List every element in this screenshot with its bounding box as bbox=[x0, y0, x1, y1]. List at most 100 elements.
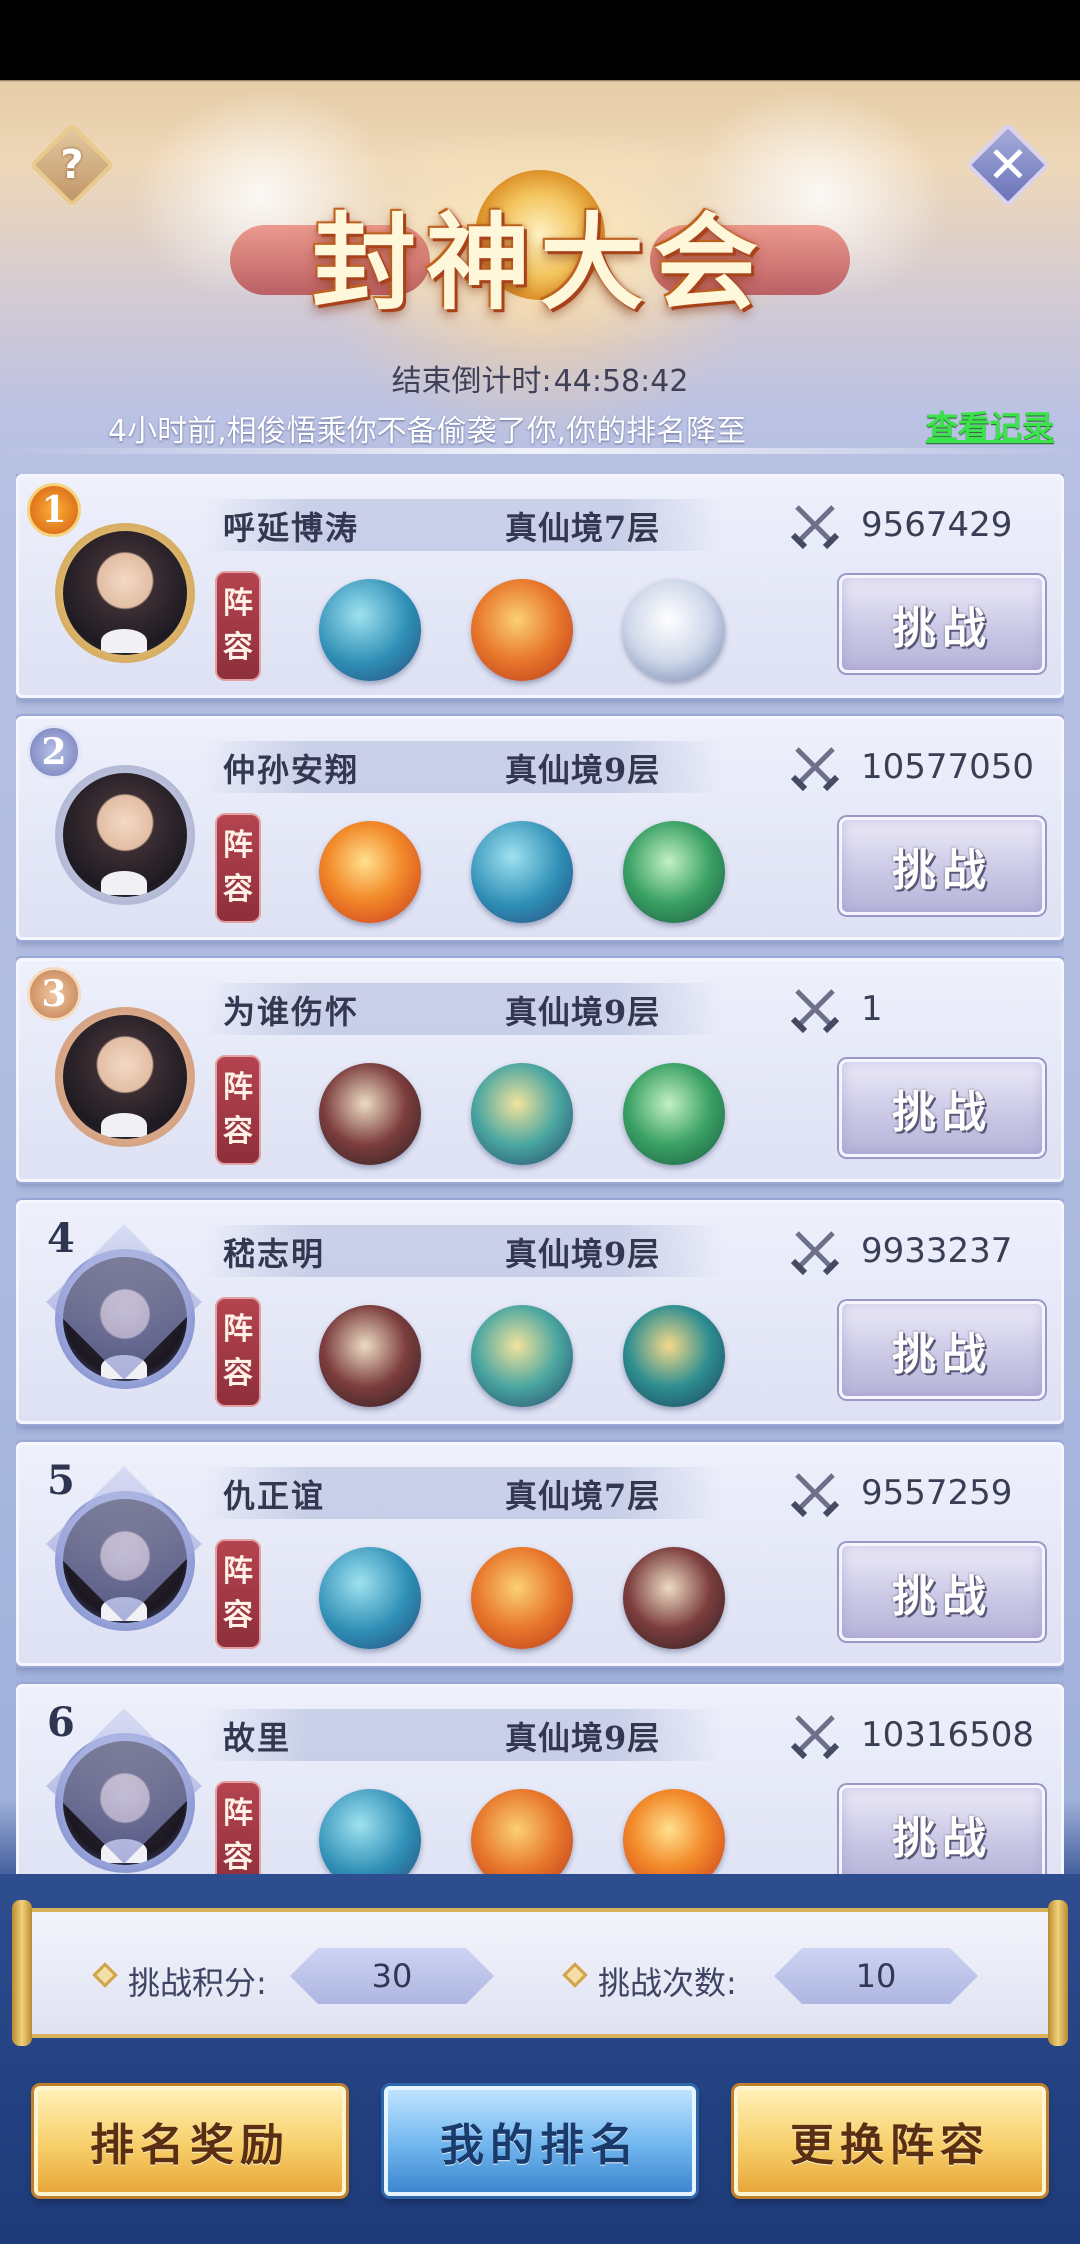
phoenix-icon[interactable] bbox=[319, 821, 421, 923]
jade-dragon-icon[interactable] bbox=[471, 1305, 573, 1407]
challenge-button[interactable]: 挑战 bbox=[839, 817, 1045, 915]
whale-icon[interactable] bbox=[319, 1789, 421, 1874]
player-name: 为谁伤怀 bbox=[223, 993, 360, 1031]
times-label: 挑战次数: bbox=[598, 1964, 737, 2002]
lineup-tag-bottom: 容 bbox=[223, 1114, 253, 1149]
lineup-tag-bottom: 容 bbox=[223, 630, 253, 665]
crossed-swords-icon bbox=[790, 1715, 840, 1760]
view-log-link[interactable]: 查看记录 bbox=[926, 402, 1054, 448]
lineup-tag-bottom: 容 bbox=[223, 1840, 253, 1874]
player-card: 1 呼延博涛 真仙境7层 9567429 阵容 挑战 bbox=[16, 474, 1064, 698]
green-dragon-icon[interactable] bbox=[623, 1063, 725, 1165]
rank-medal-icon: 3 bbox=[27, 967, 81, 1021]
lineup-tag[interactable]: 阵容 bbox=[215, 571, 261, 681]
challenge-button[interactable]: 挑战 bbox=[839, 1543, 1045, 1641]
combat-power: 9557259 bbox=[861, 1473, 1013, 1513]
divider bbox=[0, 448, 1080, 454]
scroll-right-end bbox=[1048, 1900, 1068, 2046]
crossed-swords-icon bbox=[790, 747, 840, 792]
teal-beast-icon[interactable] bbox=[623, 1305, 725, 1407]
whale-icon[interactable] bbox=[319, 1547, 421, 1649]
close-button[interactable]: ✕ bbox=[965, 122, 1051, 208]
score-value: 30 bbox=[290, 1948, 494, 2004]
lineup-tag-top: 阵 bbox=[223, 828, 253, 863]
white-tiger-icon[interactable] bbox=[623, 579, 725, 681]
rank-diamond-decoration bbox=[39, 1727, 209, 1874]
green-dragon-icon[interactable] bbox=[623, 821, 725, 923]
player-name: 故里 bbox=[223, 1719, 292, 1757]
player-list[interactable]: 1 呼延博涛 真仙境7层 9567429 阵容挑战 2 仲孙安翔 真仙境9层 10577050 阵… bbox=[16, 474, 1064, 1874]
whale-icon[interactable] bbox=[471, 821, 573, 923]
crossed-swords-icon bbox=[790, 505, 840, 550]
score-label: 挑战积分: bbox=[128, 1964, 267, 2002]
player-card: 2 仲孙安翔 真仙境9层 10577050 阵容 挑战 bbox=[16, 716, 1064, 940]
black-dragon-icon[interactable] bbox=[623, 1547, 725, 1649]
game-screen: 封神大会 ? ✕ 结束倒计时:44:58:42 4小时前,相俊悟乘你不备偷袭了你… bbox=[0, 0, 1080, 2244]
red-dragon-icon[interactable] bbox=[471, 1789, 573, 1874]
lineup-tag-bottom: 容 bbox=[223, 872, 253, 907]
rank-rewards-button[interactable]: 排名奖励 bbox=[34, 2086, 346, 2196]
countdown-value: 44:58:42 bbox=[553, 364, 689, 399]
countdown: 结束倒计时:44:58:42 bbox=[0, 356, 1080, 400]
challenge-button[interactable]: 挑战 bbox=[839, 1301, 1045, 1399]
rank-medal-icon: 2 bbox=[27, 725, 81, 779]
player-realm: 真仙境7层 bbox=[505, 509, 661, 547]
player-card: 3 为谁伤怀 真仙境9层 1 阵容 挑战 bbox=[16, 958, 1064, 1182]
player-realm: 真仙境7层 bbox=[505, 1477, 661, 1515]
times-value: 10 bbox=[774, 1948, 978, 2004]
attack-notice: 4小时前,相俊悟乘你不备偷袭了你,你的排名降至 bbox=[108, 414, 747, 449]
red-dragon-icon[interactable] bbox=[471, 1547, 573, 1649]
my-rank-button[interactable]: 我的排名 bbox=[384, 2086, 696, 2196]
rank-diamond-decoration bbox=[39, 1243, 209, 1393]
combat-power: 9567429 bbox=[861, 505, 1013, 545]
lineup-tag-bottom: 容 bbox=[223, 1356, 253, 1391]
challenge-button[interactable]: 挑战 bbox=[839, 1059, 1045, 1157]
player-realm: 真仙境9层 bbox=[505, 1719, 661, 1757]
player-name: 嵇志明 bbox=[223, 1235, 326, 1273]
avatar bbox=[63, 773, 187, 897]
lineup-tag[interactable]: 阵容 bbox=[215, 813, 261, 923]
lineup-tag-top: 阵 bbox=[223, 1312, 253, 1347]
lineup-tag-top: 阵 bbox=[223, 1070, 253, 1105]
rank-number: 6 bbox=[47, 1699, 75, 1746]
lineup-tag[interactable]: 阵容 bbox=[215, 1055, 261, 1165]
player-card: 5 仇正谊 真仙境7层 9557259 阵容 挑战 bbox=[16, 1442, 1064, 1666]
combat-power: 10316508 bbox=[861, 1715, 1035, 1755]
player-realm: 真仙境9层 bbox=[505, 751, 661, 789]
rank-number: 5 bbox=[47, 1457, 75, 1504]
crossed-swords-icon bbox=[790, 1231, 840, 1276]
help-icon: ? bbox=[60, 142, 84, 188]
avatar bbox=[63, 531, 187, 655]
jade-dragon-icon[interactable] bbox=[471, 1063, 573, 1165]
crossed-swords-icon bbox=[790, 989, 840, 1034]
avatar-frame[interactable] bbox=[55, 1007, 195, 1147]
challenge-button[interactable]: 挑战 bbox=[839, 1785, 1045, 1874]
whale-icon[interactable] bbox=[319, 579, 421, 681]
lineup-tag-top: 阵 bbox=[223, 1796, 253, 1831]
player-name: 呼延博涛 bbox=[223, 509, 360, 547]
black-dragon-icon[interactable] bbox=[319, 1063, 421, 1165]
change-lineup-button[interactable]: 更换阵容 bbox=[734, 2086, 1046, 2196]
lineup-tag[interactable]: 阵容 bbox=[215, 1539, 261, 1649]
avatar-frame[interactable] bbox=[55, 765, 195, 905]
avatar bbox=[63, 1015, 187, 1139]
page-title: 封神大会 bbox=[311, 201, 768, 324]
rank-medal-icon: 1 bbox=[27, 483, 81, 537]
close-icon: ✕ bbox=[987, 136, 1029, 194]
help-button[interactable]: ? bbox=[29, 122, 115, 208]
red-dragon-icon[interactable] bbox=[471, 579, 573, 681]
phoenix-icon[interactable] bbox=[623, 1789, 725, 1874]
combat-power: 10577050 bbox=[861, 747, 1035, 787]
player-realm: 真仙境9层 bbox=[505, 993, 661, 1031]
black-dragon-icon[interactable] bbox=[319, 1305, 421, 1407]
player-realm: 真仙境9层 bbox=[505, 1235, 661, 1273]
challenge-button[interactable]: 挑战 bbox=[839, 575, 1045, 673]
avatar-frame[interactable] bbox=[55, 523, 195, 663]
player-name: 仲孙安翔 bbox=[223, 751, 360, 789]
combat-power: 9933237 bbox=[861, 1231, 1013, 1271]
player-card: 6 故里 真仙境9层 10316508 阵容 挑战 bbox=[16, 1684, 1064, 1874]
lineup-tag[interactable]: 阵容 bbox=[215, 1781, 261, 1874]
rank-diamond-decoration bbox=[39, 1485, 209, 1635]
lineup-tag[interactable]: 阵容 bbox=[215, 1297, 261, 1407]
combat-power: 1 bbox=[861, 989, 883, 1029]
